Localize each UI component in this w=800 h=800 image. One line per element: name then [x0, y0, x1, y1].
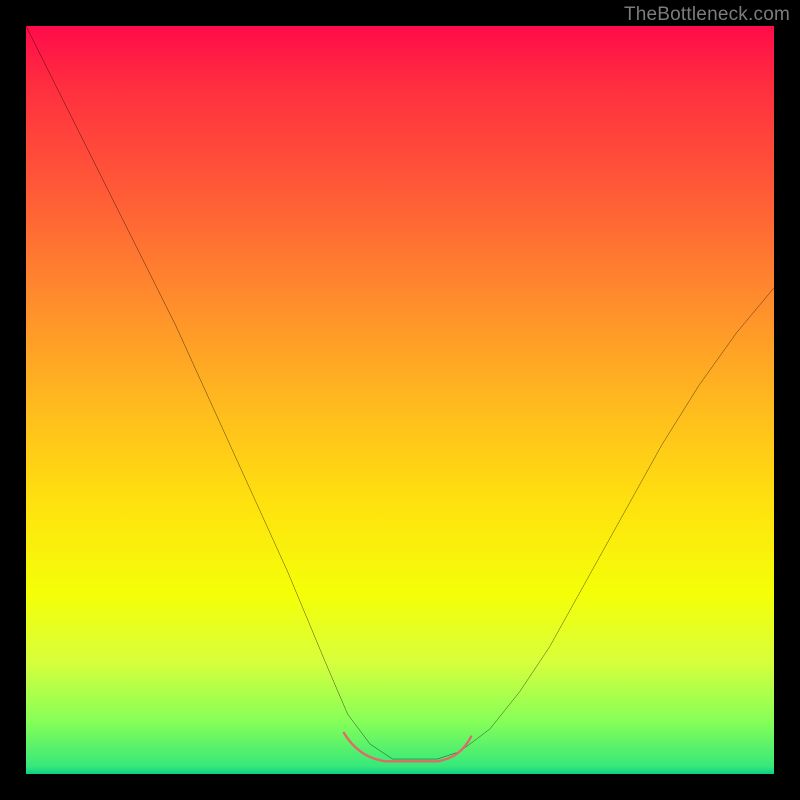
- flat-bottom-marker: [344, 733, 471, 761]
- chart-frame: TheBottleneck.com: [0, 0, 800, 800]
- chart-svg: [26, 26, 774, 774]
- bottleneck-curve: [26, 26, 774, 759]
- watermark-text: TheBottleneck.com: [624, 4, 790, 26]
